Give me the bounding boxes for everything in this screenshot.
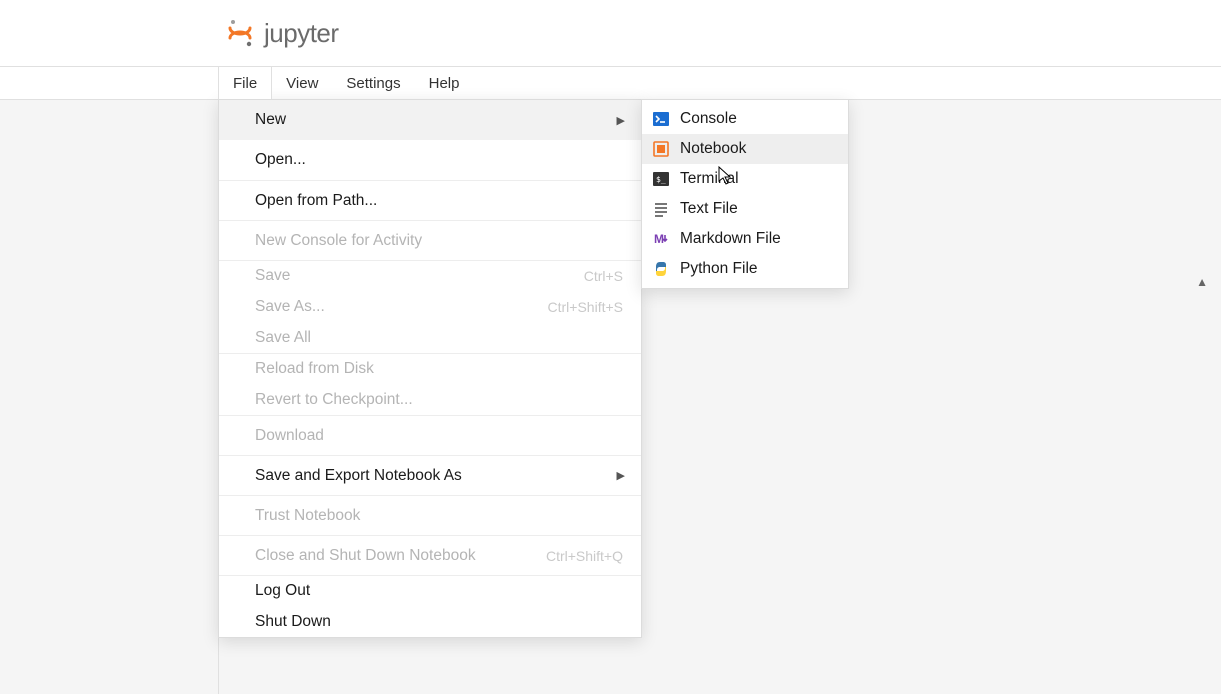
svg-text:M: M [654, 232, 664, 246]
new-text-file-label: Text File [680, 200, 738, 218]
new-console-label: Console [680, 110, 737, 128]
jupyter-logo[interactable]: jupyter [226, 18, 339, 49]
new-notebook-label: Notebook [680, 140, 746, 158]
file-menu-download-label: Download [255, 427, 324, 445]
file-menu-save: Save Ctrl+S [219, 260, 641, 291]
new-python-file[interactable]: Python File [642, 254, 848, 284]
file-menu-dropdown: New ▶ Open... Open from Path... New Cons… [218, 99, 642, 638]
file-menu-revert: Revert to Checkpoint... [219, 384, 641, 415]
file-menu-save-as-shortcut: Ctrl+Shift+S [548, 299, 623, 315]
markdown-icon: M [652, 230, 670, 248]
menu-settings-label: Settings [346, 75, 400, 92]
file-menu-save-label: Save [255, 267, 290, 285]
new-markdown-file[interactable]: M Markdown File [642, 224, 848, 254]
menu-view[interactable]: View [272, 67, 332, 99]
file-menu-new-console-label: New Console for Activity [255, 232, 422, 250]
jupyter-logo-text: jupyter [264, 18, 339, 49]
file-menu-trust: Trust Notebook [219, 495, 641, 535]
file-menu-close-shutdown-shortcut: Ctrl+Shift+Q [546, 548, 623, 564]
file-menu-save-all: Save All [219, 322, 641, 353]
console-icon [652, 110, 670, 128]
collapse-caret-icon[interactable]: ▲ [1196, 275, 1208, 289]
file-menu-open-from-path-label: Open from Path... [255, 192, 377, 210]
jupyter-logo-icon [226, 19, 254, 47]
file-menu-close-shutdown-label: Close and Shut Down Notebook [255, 547, 476, 565]
file-menu-logout-label: Log Out [255, 582, 310, 600]
menubar: File View Settings Help [0, 67, 1221, 100]
python-icon [652, 260, 670, 278]
file-menu-save-as-label: Save As... [255, 298, 325, 316]
new-console[interactable]: Console [642, 104, 848, 134]
file-menu-download: Download [219, 415, 641, 455]
file-menu-open-from-path[interactable]: Open from Path... [219, 180, 641, 220]
file-menu-shutdown-label: Shut Down [255, 613, 331, 631]
menu-help-label: Help [429, 75, 460, 92]
chevron-right-icon: ▶ [617, 114, 625, 127]
file-menu-logout[interactable]: Log Out [219, 575, 641, 606]
app-header: jupyter [0, 0, 1221, 67]
text-icon [652, 200, 670, 218]
menu-file-label: File [233, 75, 257, 92]
terminal-icon: $_ [652, 170, 670, 188]
file-menu-open[interactable]: Open... [219, 140, 641, 180]
new-notebook[interactable]: Notebook [642, 134, 848, 164]
notebook-icon [652, 140, 670, 158]
svg-text:$_: $_ [656, 175, 666, 184]
file-menu-reload: Reload from Disk [219, 353, 641, 384]
file-menu-new-label: New [255, 111, 286, 129]
new-terminal-label: Terminal [680, 170, 739, 188]
file-menu-new-console: New Console for Activity [219, 220, 641, 260]
menu-view-label: View [286, 75, 318, 92]
file-menu-export-label: Save and Export Notebook As [255, 467, 462, 485]
file-menu-reload-label: Reload from Disk [255, 360, 374, 378]
file-menu-trust-label: Trust Notebook [255, 507, 360, 525]
new-python-file-label: Python File [680, 260, 758, 278]
file-menu-revert-label: Revert to Checkpoint... [255, 391, 413, 409]
new-submenu: Console Notebook $_ Terminal Text File M… [641, 99, 849, 289]
file-menu-open-label: Open... [255, 151, 306, 169]
new-terminal[interactable]: $_ Terminal [642, 164, 848, 194]
file-menu-shutdown[interactable]: Shut Down [219, 606, 641, 637]
new-text-file[interactable]: Text File [642, 194, 848, 224]
file-menu-save-shortcut: Ctrl+S [584, 268, 623, 284]
file-menu-close-shutdown: Close and Shut Down Notebook Ctrl+Shift+… [219, 535, 641, 575]
file-menu-save-as: Save As... Ctrl+Shift+S [219, 291, 641, 322]
menu-file[interactable]: File [218, 67, 272, 99]
file-menu-export[interactable]: Save and Export Notebook As ▶ [219, 455, 641, 495]
new-markdown-file-label: Markdown File [680, 230, 781, 248]
menu-settings[interactable]: Settings [332, 67, 414, 99]
file-menu-new[interactable]: New ▶ [219, 100, 641, 140]
menu-help[interactable]: Help [415, 67, 474, 99]
chevron-right-icon: ▶ [617, 469, 625, 482]
file-menu-save-all-label: Save All [255, 329, 311, 347]
